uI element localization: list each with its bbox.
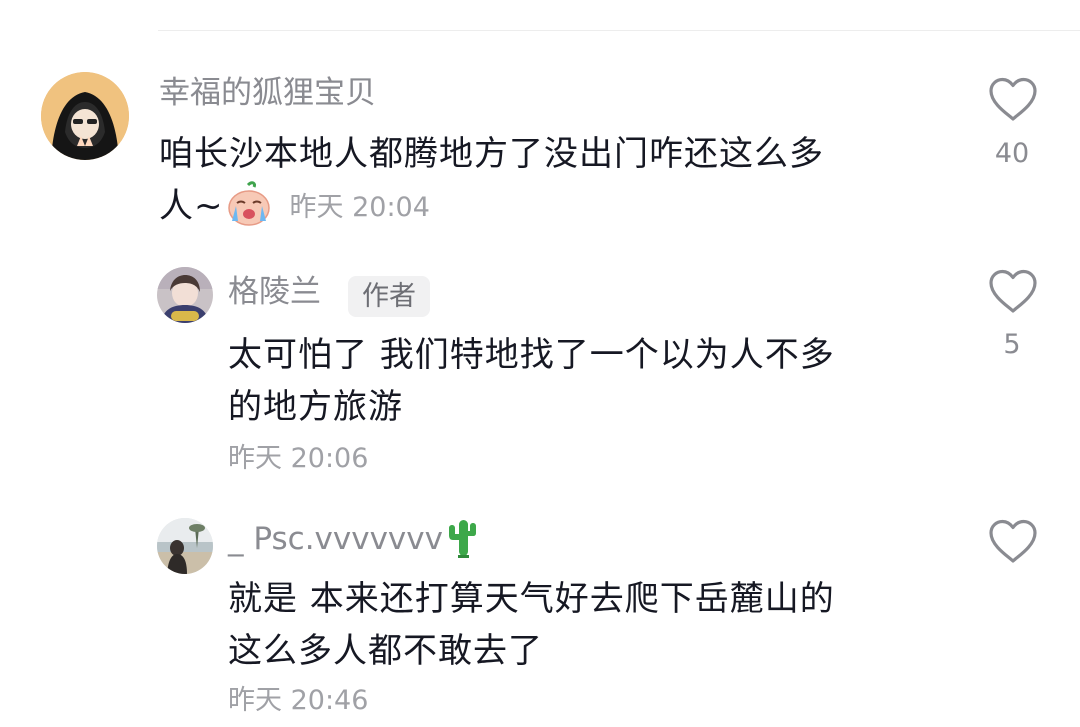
comment-text-line: 人~ (159, 186, 224, 226)
username[interactable]: 格陵兰 (228, 277, 321, 308)
username[interactable]: 幸福的狐狸宝贝 (159, 78, 376, 109)
timestamp: 昨天 20:46 (228, 685, 369, 716)
comment-text: 就是 本来还打算天气好去爬下岳麓山的 这么多人都不敢去了 (228, 573, 835, 677)
comment-text-line: 太可怕了 我们特地找了一个以为人不多 (228, 335, 835, 375)
hooded-girl-avatar-icon (41, 72, 129, 160)
comment-text: 咱长沙本地人都腾地方了没出门咋还这么多 人~ 昨天 20:04 (159, 128, 824, 234)
heart-icon (989, 519, 1037, 563)
like-count: 40 (994, 138, 1030, 169)
top-divider (158, 30, 1080, 31)
username[interactable]: _ Psc.vvvvvvv (228, 524, 443, 555)
comment-text-line: 这么多人都不敢去了 (228, 631, 543, 671)
avatar[interactable] (157, 267, 213, 323)
author-badge: 作者 (348, 276, 430, 317)
comment-text-line: 咱长沙本地人都腾地方了没出门咋还这么多 (159, 134, 824, 174)
like-button[interactable] (987, 268, 1039, 316)
timestamp: 昨天 20:04 (289, 191, 430, 223)
avatar[interactable] (41, 72, 129, 160)
like-count: 5 (1003, 329, 1021, 360)
like-button[interactable] (987, 76, 1039, 124)
comment-text-line-2: 人~ 昨天 20:04 (159, 180, 824, 234)
like-button[interactable] (987, 518, 1039, 566)
crying-face-emoji-icon (226, 180, 272, 227)
comment-text-line: 就是 本来还打算天气好去爬下岳麓山的 (228, 579, 835, 619)
timestamp: 昨天 20:06 (228, 443, 369, 474)
cactus-icon (446, 518, 480, 558)
heart-icon (989, 269, 1037, 313)
heart-icon (989, 77, 1037, 121)
avatar[interactable] (157, 518, 213, 574)
comment-text: 太可怕了 我们特地找了一个以为人不多 的地方旅游 (228, 329, 835, 433)
comment-text-line: 的地方旅游 (228, 387, 403, 427)
photo-avatar-icon (157, 267, 213, 323)
beach-photo-avatar-icon (157, 518, 213, 574)
